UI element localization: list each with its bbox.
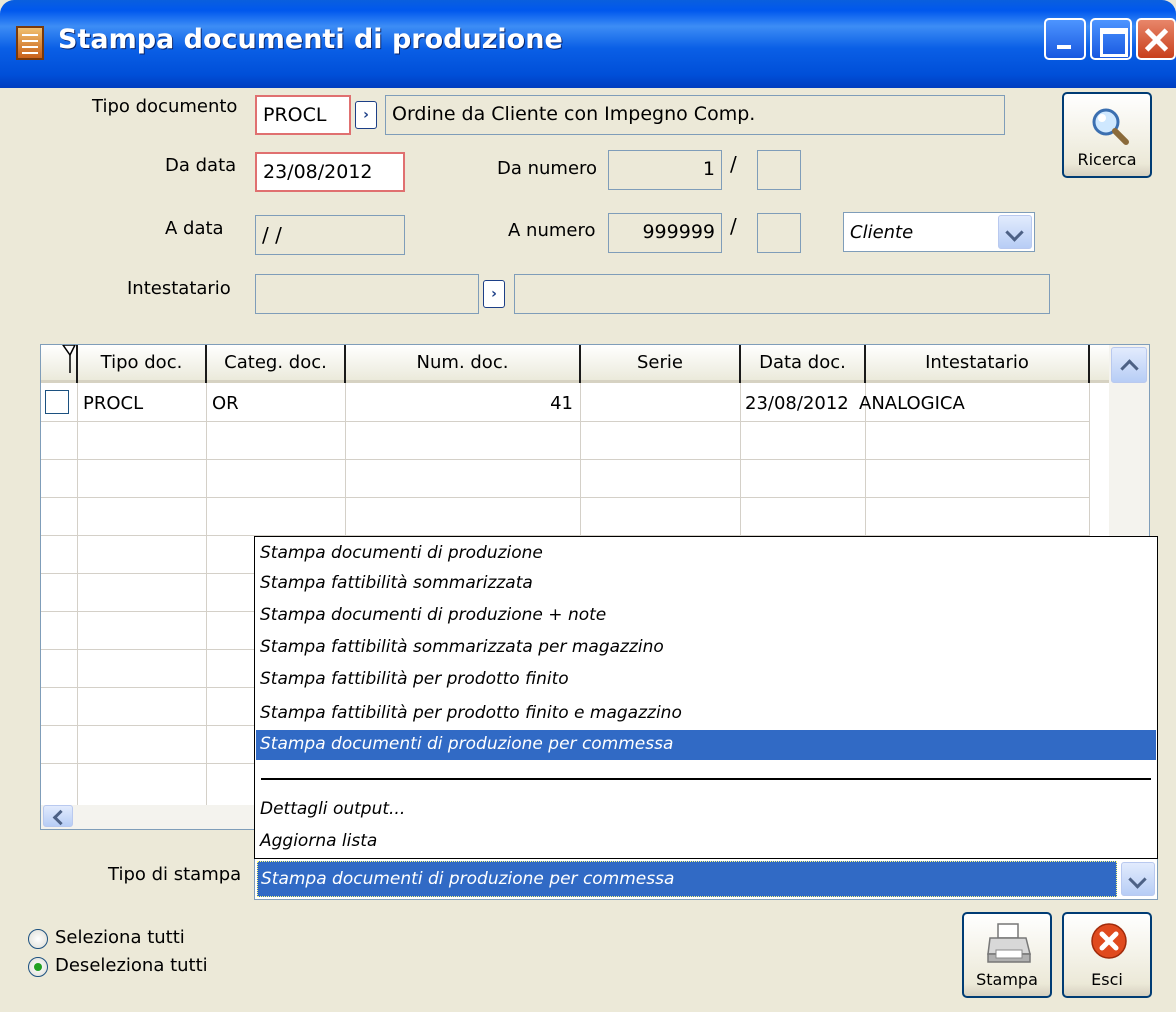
column-header-categ-doc[interactable]: Categ. doc. bbox=[207, 345, 346, 383]
tipo-documento-zoom-button[interactable]: › bbox=[355, 101, 377, 129]
deseleziona-tutti-radio[interactable] bbox=[28, 957, 48, 977]
cell-tipo-doc: PROCL bbox=[83, 393, 144, 414]
filter-icon[interactable] bbox=[41, 345, 78, 383]
window: Stampa documenti di produzione Tipo docu… bbox=[0, 0, 1176, 1012]
column-header-serie[interactable]: Serie bbox=[581, 345, 741, 383]
tipo-documento-label: Tipo documento bbox=[92, 96, 238, 117]
printer-icon bbox=[987, 923, 1031, 963]
grid-header: Tipo doc. Categ. doc. Num. doc. Serie Da… bbox=[41, 345, 1111, 383]
stampa-button[interactable]: Stampa bbox=[962, 912, 1052, 998]
ricerca-button[interactable]: Ricerca bbox=[1062, 92, 1152, 178]
dropdown-option[interactable]: Stampa documenti di produzione bbox=[256, 539, 1156, 569]
dropdown-option-selected[interactable]: Stampa documenti di produzione per comme… bbox=[256, 730, 1156, 760]
tipo-documento-code-field[interactable]: PROCL bbox=[255, 95, 351, 135]
tipo-intestatario-select[interactable]: Cliente bbox=[843, 212, 1035, 252]
zoom-arrow-icon: › bbox=[363, 107, 369, 123]
window-title: Stampa documenti di produzione bbox=[58, 24, 563, 55]
cell-data-doc: 23/08/2012 bbox=[745, 393, 849, 414]
number-separator: / bbox=[730, 214, 737, 238]
grid-line bbox=[41, 421, 1089, 422]
close-icon[interactable] bbox=[1136, 18, 1176, 60]
tipo-stampa-select[interactable]: Stampa documenti di produzione per comme… bbox=[254, 858, 1158, 900]
da-data-label: Da data bbox=[165, 155, 237, 176]
cancel-x-icon bbox=[1091, 923, 1127, 959]
tipo-stampa-value: Stampa documenti di produzione per comme… bbox=[261, 869, 675, 889]
a-numero-field[interactable]: 999999 bbox=[608, 213, 722, 253]
da-numero-field[interactable]: 1 bbox=[608, 150, 722, 190]
dropdown-separator bbox=[261, 778, 1151, 780]
dropdown-option[interactable]: Stampa fattibilità sommarizzata bbox=[256, 569, 1156, 599]
cell-num-doc: 41 bbox=[550, 393, 573, 414]
deseleziona-tutti-label[interactable]: Deseleziona tutti bbox=[55, 955, 208, 976]
intestatario-description-field[interactable] bbox=[514, 274, 1050, 314]
chevron-down-icon[interactable] bbox=[998, 215, 1032, 249]
zoom-arrow-icon: › bbox=[491, 286, 497, 302]
stampa-label: Stampa bbox=[976, 970, 1038, 989]
dropdown-option-aggiorna-lista[interactable]: Aggiorna lista bbox=[256, 827, 1156, 857]
app-doc-icon bbox=[16, 26, 44, 60]
a-data-label: A data bbox=[165, 218, 224, 239]
seleziona-tutti-label[interactable]: Seleziona tutti bbox=[55, 927, 185, 948]
scroll-up-button[interactable] bbox=[1111, 347, 1147, 383]
grid-line bbox=[41, 497, 1089, 498]
da-numero-serie-field[interactable] bbox=[757, 150, 801, 190]
a-data-field[interactable]: / / bbox=[255, 215, 405, 255]
maximize-icon[interactable] bbox=[1090, 18, 1132, 60]
dropdown-option[interactable]: Stampa fattibilità per prodotto finito e… bbox=[256, 699, 1156, 729]
intestatario-code-field[interactable] bbox=[255, 274, 479, 314]
column-header-tipo-doc[interactable]: Tipo doc. bbox=[78, 345, 207, 383]
grid-line bbox=[77, 383, 78, 805]
minimize-icon[interactable] bbox=[1044, 18, 1086, 60]
da-numero-label: Da numero bbox=[497, 158, 598, 179]
esci-label: Esci bbox=[1091, 970, 1123, 989]
cell-categ-doc: OR bbox=[212, 393, 239, 414]
seleziona-tutti-radio[interactable] bbox=[28, 929, 48, 949]
magnifier-icon bbox=[1092, 108, 1129, 145]
tipo-stampa-label: Tipo di stampa bbox=[108, 864, 242, 885]
scroll-left-button[interactable] bbox=[43, 805, 73, 827]
grid-line bbox=[41, 459, 1089, 460]
number-separator: / bbox=[730, 152, 737, 176]
tipo-intestatario-value: Cliente bbox=[850, 222, 914, 243]
tipo-documento-description-field[interactable]: Ordine da Cliente con Impegno Comp. bbox=[385, 95, 1005, 135]
column-header-num-doc[interactable]: Num. doc. bbox=[346, 345, 581, 383]
da-data-field[interactable]: 23/08/2012 bbox=[255, 152, 405, 192]
column-header-intestatario[interactable]: Intestatario bbox=[866, 345, 1090, 383]
esci-button[interactable]: Esci bbox=[1062, 912, 1152, 998]
dropdown-option[interactable]: Stampa fattibilità per prodotto finito bbox=[256, 665, 1156, 695]
dropdown-option[interactable]: Stampa documenti di produzione + note bbox=[256, 601, 1156, 631]
a-numero-serie-field[interactable] bbox=[757, 213, 801, 253]
title-bar: Stampa documenti di produzione bbox=[0, 0, 1176, 88]
dropdown-option[interactable]: Stampa fattibilità sommarizzata per maga… bbox=[256, 633, 1156, 663]
tipo-stampa-dropdown-list: Stampa documenti di produzione Stampa fa… bbox=[254, 536, 1158, 859]
a-numero-label: A numero bbox=[508, 220, 596, 241]
ricerca-label: Ricerca bbox=[1077, 150, 1137, 169]
intestatario-zoom-button[interactable]: › bbox=[483, 280, 505, 308]
column-header-data-doc[interactable]: Data doc. bbox=[741, 345, 866, 383]
grid-line bbox=[206, 383, 207, 805]
intestatario-label: Intestatario bbox=[127, 278, 231, 299]
dropdown-option-dettagli-output[interactable]: Dettagli output... bbox=[256, 795, 1156, 825]
cell-intestatario: ANALOGICA bbox=[859, 393, 965, 414]
chevron-down-icon[interactable] bbox=[1121, 862, 1155, 896]
row-select-checkbox[interactable] bbox=[45, 390, 69, 414]
